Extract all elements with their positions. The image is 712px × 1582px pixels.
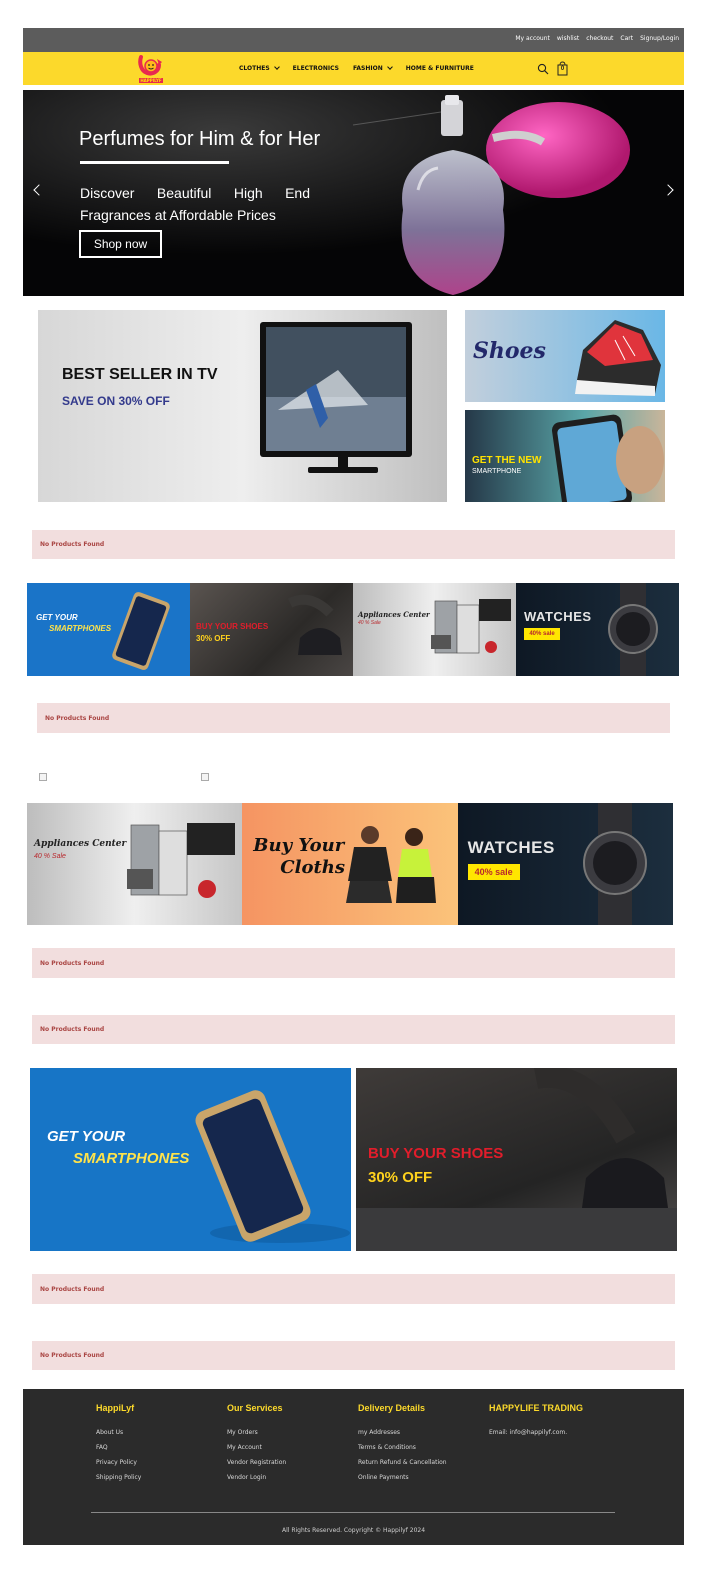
footer-col-title: HappiLyf <box>96 1403 135 1413</box>
footer-email-link[interactable]: Email: info@happilyf.com. <box>489 1425 583 1440</box>
category-strip-3: Appliances Center 40 % Sale Buy Your Clo… <box>27 803 673 925</box>
footer-col-trading: HAPPYLIFE TRADING Email: info@happilyf.c… <box>489 1403 583 1440</box>
cart-icon[interactable]: 0 <box>556 61 569 76</box>
footer-link-online-payments[interactable]: Online Payments <box>358 1470 447 1485</box>
main-menu: CLOTHES ELECTRONICS FASHION HOME & FURNI… <box>239 64 488 72</box>
watches-tile-badge: 40% sale <box>524 628 560 640</box>
watches-tile-line1: WATCHES <box>467 838 555 857</box>
nav-fashion[interactable]: FASHION <box>353 64 393 72</box>
footer-col-services: Our Services My Orders My Account Vendor… <box>227 1403 286 1485</box>
watches-tile[interactable]: WATCHES 40% sale <box>516 583 679 676</box>
svg-text:HAPPILYF: HAPPILYF <box>140 78 162 83</box>
clothes-tile-line2: Cloths <box>280 857 346 878</box>
watches-tile-line1: WATCHES <box>524 609 592 624</box>
top-utility-bar: My account wishlist checkout Cart Signup… <box>23 28 684 52</box>
brand-logo[interactable]: HAPPILYF <box>135 53 167 85</box>
footer-link-vendor-registration[interactable]: Vendor Registration <box>227 1455 286 1470</box>
footer-col-title: Our Services <box>227 1403 283 1413</box>
appliances-tile-line2: 40 % Sale <box>358 620 381 626</box>
cart-link[interactable]: Cart <box>620 35 633 42</box>
footer-col-delivery: Delivery Details my Addresses Terms & Co… <box>358 1403 447 1485</box>
hero-slider[interactable]: Perfumes for Him & for Her Discover Beau… <box>23 90 684 296</box>
broken-image-icon <box>39 773 47 781</box>
footer-col-happilyf: HappiLyf About Us FAQ Privacy Policy Shi… <box>96 1403 141 1485</box>
no-products-alert: No Products Found <box>32 530 675 559</box>
footer-link-about[interactable]: About Us <box>96 1425 141 1440</box>
account-links: My account wishlist checkout Cart Signup… <box>515 35 679 42</box>
appliances-tile-line2: 40 % Sale <box>34 853 66 860</box>
shoes-tile-line1: BUY YOUR SHOES <box>196 622 269 631</box>
nav-electronics[interactable]: ELECTRONICS <box>293 65 339 72</box>
appliances-image <box>127 823 235 898</box>
appliances-image <box>431 599 511 654</box>
hero-divider <box>80 161 229 164</box>
smartphone-promo-banner[interactable]: GET THE NEW SMARTPHONE <box>465 410 665 502</box>
no-products-alert: No Products Found <box>37 703 670 733</box>
no-products-alert: No Products Found <box>32 948 675 978</box>
category-strip-4: GET YOUR SMARTPHONES BUY YOUR SHOES 30% … <box>27 583 679 676</box>
shoes-tile-line2: 30% OFF <box>196 634 231 643</box>
footer-link-faq[interactable]: FAQ <box>96 1440 141 1455</box>
main-navbar: HAPPILYF CLOTHES ELECTRONICS FASHION HOM… <box>23 52 684 85</box>
checkout-link[interactable]: checkout <box>586 35 613 42</box>
appliances-tile-line1: Appliances Center <box>34 839 127 849</box>
copyright-text: All Rights Reserved. Copyright © Happily… <box>281 1527 426 1534</box>
footer-link-terms[interactable]: Terms & Conditions <box>358 1440 447 1455</box>
tv-subline: SAVE ON 30% OFF <box>62 394 170 408</box>
clothes-tile-line1: Buy Your <box>253 835 345 856</box>
chevron-down-icon <box>273 64 280 70</box>
footer-link-refund[interactable]: Return Refund & Cancellation <box>358 1455 447 1470</box>
footer-link-addresses[interactable]: my Addresses <box>358 1425 447 1440</box>
broken-image-icon <box>201 773 209 781</box>
appliances-tile[interactable]: Appliances Center 40 % Sale <box>27 803 243 925</box>
tv-promo-banner[interactable]: BEST SELLER IN TV SAVE ON 30% OFF <box>38 310 447 502</box>
shoes-big-line2: 30% OFF <box>368 1169 433 1186</box>
smartphones-line2: SMARTPHONES <box>49 624 112 633</box>
smartphone-subline: SMARTPHONE <box>472 468 522 475</box>
wishlist-link[interactable]: wishlist <box>557 35 579 42</box>
footer-col-title: HAPPYLIFE TRADING <box>489 1403 584 1413</box>
search-icon[interactable] <box>537 62 549 75</box>
footer-link-shipping[interactable]: Shipping Policy <box>96 1470 141 1485</box>
footer-divider <box>91 1512 615 1513</box>
smartphones-big-line1: GET YOUR <box>47 1128 126 1145</box>
footer-link-privacy[interactable]: Privacy Policy <box>96 1455 141 1470</box>
shoes-label: Shoes <box>473 338 546 364</box>
watches-tile-badge: 40% sale <box>467 864 520 880</box>
shop-now-button[interactable]: Shop now <box>79 230 162 258</box>
smartphones-big-line2: SMARTPHONES <box>73 1150 190 1167</box>
appliances-tile-line1: Appliances Center <box>358 610 430 619</box>
footer-link-my-orders[interactable]: My Orders <box>227 1425 286 1440</box>
shoes-promo-banner[interactable]: Shoes <box>465 310 665 402</box>
clothes-tile[interactable]: Buy Your Cloths <box>242 803 458 925</box>
my-account-link[interactable]: My account <box>515 35 550 42</box>
shoes-tile[interactable]: BUY YOUR SHOES 30% OFF <box>190 583 353 676</box>
site-footer: HappiLyf About Us FAQ Privacy Policy Shi… <box>23 1389 684 1545</box>
nav-home-furniture[interactable]: HOME & FURNITURE <box>406 65 474 72</box>
no-products-alert: No Products Found <box>32 1274 675 1304</box>
smartphone-headline: GET THE NEW <box>472 455 542 466</box>
smartphones-big-banner[interactable]: GET YOUR SMARTPHONES <box>30 1068 351 1251</box>
footer-link-vendor-login[interactable]: Vendor Login <box>227 1470 286 1485</box>
smartphones-line1: GET YOUR <box>36 613 78 622</box>
watches-tile[interactable]: WATCHES 40% sale <box>457 803 673 925</box>
footer-link-my-account[interactable]: My Account <box>227 1440 286 1455</box>
appliances-tile[interactable]: Appliances Center 40 % Sale <box>353 583 516 676</box>
smartphones-tile[interactable]: GET YOUR SMARTPHONES <box>27 583 190 676</box>
models-image <box>346 826 437 903</box>
signup-login-link[interactable]: Signup/Login <box>640 35 679 42</box>
nav-clothes[interactable]: CLOTHES <box>239 64 280 72</box>
shoes-big-banner[interactable]: BUY YOUR SHOES 30% OFF <box>356 1068 677 1251</box>
shoes-big-line1: BUY YOUR SHOES <box>368 1145 504 1162</box>
tv-headline: BEST SELLER IN TV <box>62 366 218 383</box>
cart-count-badge: 0 <box>560 66 565 72</box>
hero-title: Perfumes for Him & for Her <box>79 128 321 150</box>
no-products-alert: No Products Found <box>32 1341 675 1370</box>
hero-subtitle: Discover Beautiful High End Fragrances a… <box>80 185 310 223</box>
chevron-down-icon <box>386 64 393 70</box>
footer-col-title: Delivery Details <box>358 1403 426 1413</box>
no-products-alert: No Products Found <box>32 1015 675 1044</box>
